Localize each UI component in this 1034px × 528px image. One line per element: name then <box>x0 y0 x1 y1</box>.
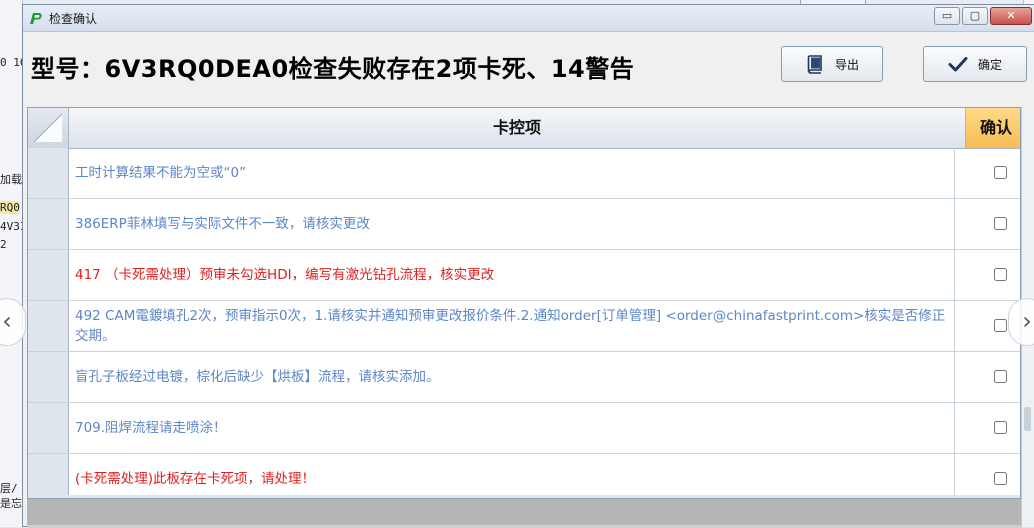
row-header[interactable] <box>28 301 69 351</box>
confirm-checkbox[interactable] <box>994 421 1007 434</box>
export-button[interactable]: 导出 <box>781 46 883 82</box>
confirm-button[interactable]: 确定 <box>923 46 1027 82</box>
background-fragment: 加载 <box>0 173 22 186</box>
row-header[interactable] <box>28 148 69 198</box>
confirm-checkbox[interactable] <box>994 319 1007 332</box>
app-icon <box>30 13 42 24</box>
window-title: 检查确认 <box>49 12 98 26</box>
confirm-checkbox[interactable] <box>994 370 1007 383</box>
confirm-cell <box>966 352 1020 402</box>
chevron-right-icon[interactable]: › <box>1008 298 1034 346</box>
check-item-text: 417 （卡死需处理）预审未勾选HDI，编写有激光钻孔流程，核实更改 <box>75 250 955 300</box>
confirm-checkbox[interactable] <box>994 268 1007 281</box>
close-button[interactable]: ✕ <box>990 7 1032 25</box>
background-fragment: 层/ <box>0 482 18 495</box>
confirm-label: 确定 <box>977 57 1002 72</box>
confirm-checkbox[interactable] <box>994 472 1007 485</box>
grid-header: 卡控项 确认 <box>28 108 1020 149</box>
maximize-icon: ▢ <box>969 9 981 22</box>
confirm-checkbox[interactable] <box>994 217 1007 230</box>
grid-rows: 工时计算结果不能为空或“0” 386ERP菲林填写与实际文件不一致，请核实更改 41… <box>28 148 1020 498</box>
check-item-text: (卡死需处理)此板存在卡死项，请处理！ <box>75 454 955 498</box>
background-fragment: 4V3I <box>0 220 22 233</box>
check-item-text: 492 CAM電鍍填孔2次，预审指示0次，1.请核实并通知预审更改报价条件.2.… <box>75 301 955 351</box>
confirm-cell <box>966 250 1020 300</box>
table-row[interactable]: 盲孔子板经过电镀，棕化后缺少【烘板】流程，请核实添加。 <box>28 352 1020 403</box>
background-fragment: 2 <box>0 238 7 251</box>
row-header[interactable] <box>28 454 69 498</box>
table-row[interactable]: 386ERP菲林填写与实际文件不一致，请核实更改 <box>28 199 1020 250</box>
grid-footer <box>28 495 1020 498</box>
window-controls: ▭ ▢ ✕ <box>934 7 1032 25</box>
corner-triangle-icon <box>33 113 63 143</box>
table-row[interactable]: 709.阻焊流程请走喷涂！ <box>28 403 1020 454</box>
checkmark-icon <box>948 57 968 72</box>
background-fragment: 0 10 <box>0 56 22 69</box>
maximize-button[interactable]: ▢ <box>962 7 988 25</box>
confirm-cell <box>966 199 1020 249</box>
confirm-checkbox[interactable] <box>994 166 1007 179</box>
confirm-cell <box>966 148 1020 198</box>
check-item-text: 盲孔子板经过电镀，棕化后缺少【烘板】流程，请核实添加。 <box>75 352 955 402</box>
minimize-button[interactable]: ▭ <box>934 7 960 25</box>
row-header[interactable] <box>28 352 69 402</box>
select-all-corner[interactable] <box>28 108 69 148</box>
title-bar: 检查确认 ▭ ▢ ✕ <box>23 5 1034 32</box>
export-label: 导出 <box>834 57 859 72</box>
table-row[interactable]: (卡死需处理)此板存在卡死项，请处理！ <box>28 454 1020 498</box>
background-fragment: RQ0 <box>0 201 20 214</box>
row-header[interactable] <box>28 250 69 300</box>
row-header[interactable] <box>28 403 69 453</box>
confirm-cell <box>966 454 1020 498</box>
table-row[interactable]: 417 （卡死需处理）预审未勾选HDI，编写有激光钻孔流程，核实更改 <box>28 250 1020 301</box>
book-icon <box>807 55 822 74</box>
background-left-panel: 0 10 加载 RQ0 4V3I 2 层/ 是忘 <box>0 0 23 527</box>
column-header-confirm[interactable]: 确认 <box>966 108 1020 148</box>
column-header-item[interactable]: 卡控项 <box>69 108 966 148</box>
background-fragment: 是忘 <box>0 497 22 510</box>
check-item-text: 386ERP菲林填写与实际文件不一致，请核实更改 <box>75 199 955 249</box>
confirm-cell <box>966 403 1020 453</box>
table-row[interactable]: 工时计算结果不能为空或“0” <box>28 148 1020 199</box>
check-confirm-dialog: 检查确认 ▭ ▢ ✕ 型号：6V3RQ0DEA0检查失败存在2项卡死、14警告 … <box>22 4 1034 528</box>
scrollbar-thumb[interactable] <box>1024 407 1031 431</box>
close-icon: ✕ <box>1006 9 1016 22</box>
check-item-text: 工时计算结果不能为空或“0” <box>75 148 955 198</box>
table-row[interactable]: 492 CAM電鍍填孔2次，预审指示0次，1.请核实并通知预审更改报价条件.2.… <box>28 301 1020 352</box>
page-title: 型号：6V3RQ0DEA0检查失败存在2项卡死、14警告 <box>31 55 635 83</box>
check-items-grid: 卡控项 确认 工时计算结果不能为空或“0” 386ERP菲林填写与实际文件不一致，… <box>27 107 1021 499</box>
row-header[interactable] <box>28 199 69 249</box>
status-bar <box>27 499 1021 525</box>
check-item-text: 709.阻焊流程请走喷涂！ <box>75 403 955 453</box>
minimize-icon: ▭ <box>941 9 953 22</box>
header-area: 型号：6V3RQ0DEA0检查失败存在2项卡死、14警告 导出 确定 <box>23 32 1034 104</box>
